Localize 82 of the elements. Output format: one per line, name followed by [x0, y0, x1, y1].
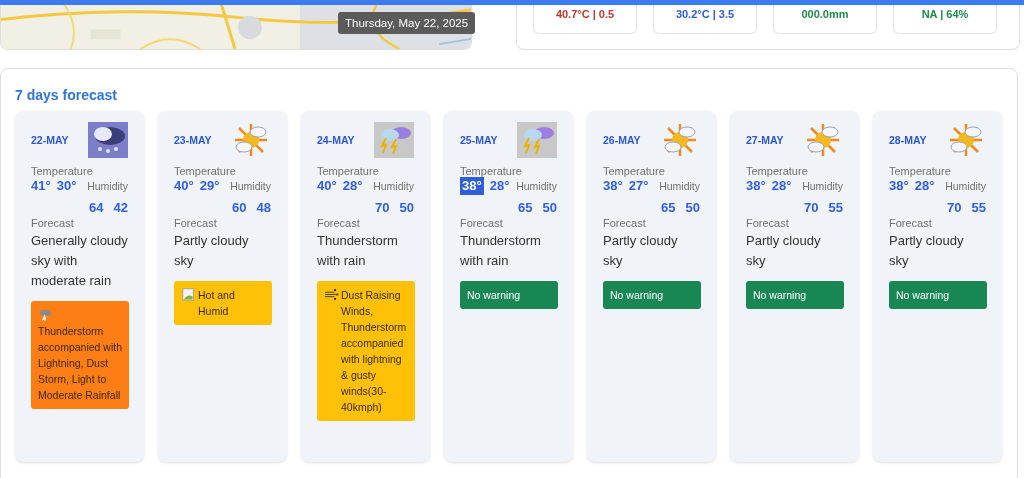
stat-value: 30.2°C | 3.5	[675, 8, 735, 20]
humidity-label: Humidity	[945, 180, 986, 192]
date-label: 28-MAY	[889, 134, 927, 146]
temperature-label: Temperature	[317, 165, 379, 177]
forecast-label: Forecast	[889, 217, 932, 229]
humidity-min: 50	[685, 199, 700, 217]
humidity-max: 65	[661, 199, 676, 217]
panel-title: 7 days forecast	[15, 87, 118, 103]
temperature-label: Temperature	[31, 165, 93, 177]
forecast-label: Forecast	[174, 217, 217, 229]
warning-text: Hot and Humid	[198, 288, 236, 319]
humidity-label: Humidity	[659, 180, 700, 192]
forecast-text: Partly cloudy sky	[746, 232, 822, 270]
min-temperature: 28°	[489, 177, 510, 195]
temperature-label: Temperature	[460, 165, 522, 177]
forecast-text: Thunderstorm with rain	[317, 232, 399, 270]
date-label: 24-MAY	[317, 134, 355, 146]
broken-image-icon	[181, 288, 196, 301]
forecast-label: Forecast	[746, 217, 789, 229]
humidity-label: Humidity	[87, 180, 128, 192]
warning-text: No warning	[753, 288, 808, 303]
warning-text: No warning	[896, 288, 951, 303]
forecast-text: Partly cloudy sky	[174, 232, 250, 270]
humidity-min: 55	[971, 199, 986, 217]
humidity-max: 60	[232, 199, 247, 217]
wind-icon	[324, 288, 339, 301]
min-temperature: 27°	[628, 177, 649, 195]
forecast-label: Forecast	[317, 217, 360, 229]
max-temperature: 40°	[317, 177, 337, 195]
forecast-text: Partly cloudy sky	[603, 232, 679, 270]
humidity-max: 70	[375, 199, 390, 217]
humidity-label: Humidity	[516, 180, 557, 192]
date-label: 22-MAY	[31, 134, 69, 146]
storm-cloud-icon	[38, 308, 53, 321]
humidity-min: 55	[828, 199, 843, 217]
max-temperature: 38°	[746, 177, 766, 195]
humidity-label: Humidity	[373, 180, 414, 192]
warning-text: Dust Raising Winds, Thunderstorm accompanied with lightning & gusty winds(30-40kmph)	[341, 288, 408, 415]
forecast-label: Forecast	[31, 217, 74, 229]
humidity-max: 70	[804, 199, 819, 217]
stat-value: NA | 64%	[921, 8, 969, 20]
warning-text: Thunderstorm accompanied with Lightning, Dust Storm, Light to Moderate Rainfall	[38, 324, 124, 403]
humidity-min: 42	[113, 199, 128, 217]
rain-cloud-icon	[88, 122, 128, 158]
humidity-min: 50	[542, 199, 557, 217]
forecast-text: Partly cloudy sky	[889, 232, 965, 270]
warning-text: No warning	[467, 288, 522, 303]
forecast-label: Forecast	[603, 217, 646, 229]
thunderstorm-icon	[517, 122, 557, 158]
max-temperature: 38°	[460, 177, 484, 195]
thunderstorm-icon	[374, 122, 414, 158]
forecast-text: Generally cloudy sky with moderate rain	[31, 232, 128, 290]
min-temperature: 28°	[914, 177, 935, 195]
humidity-max: 70	[947, 199, 962, 217]
humidity-min: 48	[256, 199, 271, 217]
max-temperature: 38°	[603, 177, 623, 195]
date-label: 23-MAY	[174, 134, 212, 146]
humidity-min: 50	[399, 199, 414, 217]
max-temperature: 41°	[31, 177, 51, 195]
temperature-label: Temperature	[746, 165, 808, 177]
temperature-label: Temperature	[889, 165, 951, 177]
temperature-label: Temperature	[603, 165, 665, 177]
humidity-max: 64	[89, 199, 104, 217]
warning-text: No warning	[610, 288, 665, 303]
max-temperature: 38°	[889, 177, 909, 195]
date-label: 27-MAY	[746, 134, 784, 146]
humidity-max: 65	[518, 199, 533, 217]
forecast-text: Thunderstorm with rain	[460, 232, 542, 270]
min-temperature: 30°	[56, 177, 77, 195]
min-temperature: 29°	[199, 177, 220, 195]
stat-value: 40.7°C | 0.5	[555, 8, 615, 20]
temperature-label: Temperature	[174, 165, 236, 177]
min-temperature: 28°	[342, 177, 363, 195]
forecast-label: Forecast	[460, 217, 503, 229]
stat-value: 000.0mm	[801, 8, 849, 20]
date-label: 25-MAY	[460, 134, 498, 146]
date-label: 26-MAY	[603, 134, 641, 146]
date-tooltip: Thursday, May 22, 2025	[338, 12, 476, 34]
min-temperature: 28°	[771, 177, 792, 195]
humidity-label: Humidity	[802, 180, 843, 192]
humidity-label: Humidity	[230, 180, 271, 192]
max-temperature: 40°	[174, 177, 194, 195]
